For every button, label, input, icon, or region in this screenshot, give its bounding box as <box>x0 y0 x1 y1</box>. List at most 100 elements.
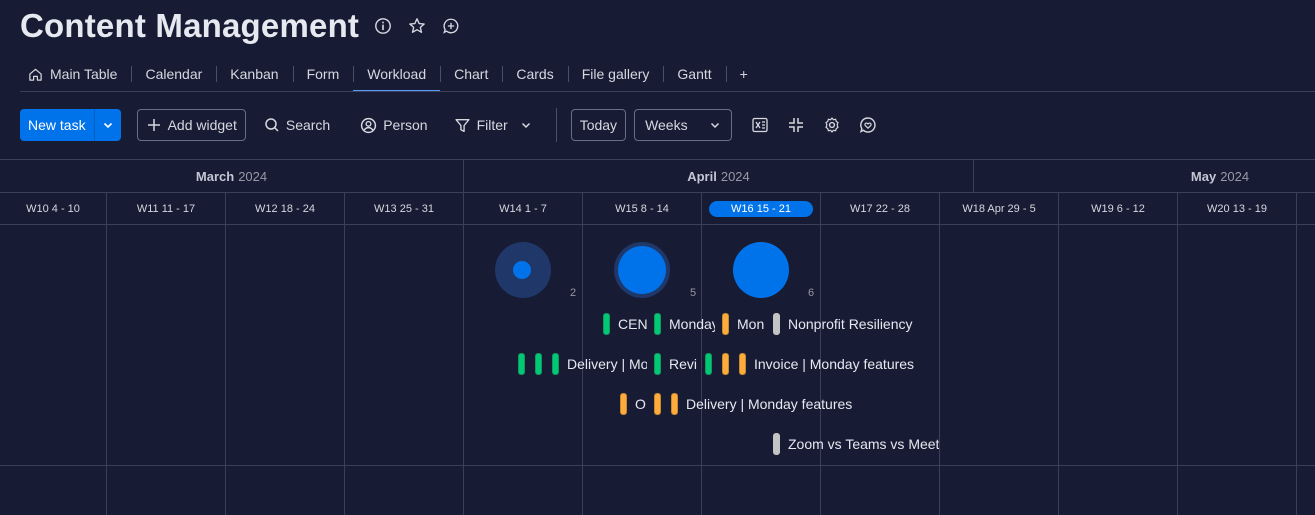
filter-button[interactable]: Filter <box>446 109 540 141</box>
tab-calendar[interactable]: Calendar <box>131 56 216 92</box>
settings-gear-icon[interactable] <box>820 113 844 137</box>
month-year: 2024 <box>1220 168 1250 184</box>
week-header: W14 1 - 7 <box>499 202 547 215</box>
task-status-bar[interactable] <box>739 353 746 375</box>
week-header: W12 18 - 24 <box>255 202 315 215</box>
toolbar: New task Add widget Search Person Filter… <box>20 108 880 142</box>
week-header-current: W16 15 - 21 <box>702 193 820 224</box>
task-status-bar[interactable] <box>671 393 678 415</box>
capacity-count: 6 <box>808 287 815 299</box>
new-task-dropdown[interactable] <box>93 109 121 141</box>
week-gridline <box>1058 193 1059 515</box>
week-header: W13 25 - 31 <box>374 202 434 215</box>
task-label[interactable]: Delivery | Mo <box>567 356 647 372</box>
capacity-fill <box>513 261 531 279</box>
task-label[interactable]: Zoom vs Teams vs Meet <box>788 436 939 452</box>
today-button[interactable]: Today <box>570 109 627 141</box>
month-name: March <box>195 168 235 184</box>
tab-label: Chart <box>454 66 489 82</box>
capacity-count: 5 <box>690 287 697 299</box>
week-header: W20 13 - 19 <box>1207 202 1267 215</box>
updates-icon[interactable] <box>441 16 461 36</box>
month-divider <box>463 160 464 192</box>
task-label[interactable]: O <box>635 396 651 412</box>
task-status-bar[interactable] <box>535 353 542 375</box>
month-header: May 2024 <box>1140 160 1300 192</box>
task-status-bar[interactable] <box>773 313 780 335</box>
week-row-bottom-border <box>0 224 1315 225</box>
add-widget-button[interactable]: Add widget <box>136 109 246 141</box>
task-status-bar[interactable] <box>722 353 729 375</box>
info-icon[interactable] <box>373 16 393 36</box>
task-status-bar[interactable] <box>654 313 661 335</box>
chevron-down-icon <box>103 122 112 129</box>
month-header: April 2024 <box>464 160 973 192</box>
task-label[interactable]: Invoice | Monday features <box>754 356 914 372</box>
task-status-bar[interactable] <box>773 433 780 455</box>
week-header: W19 6 - 12 <box>1091 202 1145 215</box>
person-icon <box>361 117 377 133</box>
week-header: W18 Apr 29 - 5 <box>962 202 1036 215</box>
tab-workload[interactable]: Workload <box>353 56 441 92</box>
filter-label: Filter <box>476 117 508 133</box>
add-widget-label: Add widget <box>167 117 237 133</box>
task-label[interactable]: Mon <box>737 316 769 332</box>
tab-form[interactable]: Form <box>292 56 354 92</box>
excel-export-icon[interactable] <box>748 113 772 137</box>
new-task-button-group: New task <box>20 109 121 141</box>
task-label[interactable]: Nonprofit Resiliency <box>788 316 913 332</box>
week-gridline <box>1177 193 1178 515</box>
task-label[interactable]: Delivery | Monday features <box>686 396 852 412</box>
period-select[interactable]: Weeks <box>634 109 733 141</box>
task-status-bar[interactable] <box>705 353 712 375</box>
task-label[interactable]: Monday <box>669 316 715 332</box>
plus-icon <box>147 119 160 131</box>
person-filter-button[interactable]: Person <box>352 109 435 141</box>
tab-file-gallery[interactable]: File gallery <box>567 56 664 92</box>
board-title[interactable]: Content Management <box>20 7 359 45</box>
tab-gantt[interactable]: Gantt <box>663 56 725 92</box>
tab-label: Cards <box>516 66 554 82</box>
capacity-circle-full[interactable] <box>733 242 789 298</box>
task-status-bar[interactable] <box>654 353 661 375</box>
task-status-bar[interactable] <box>603 313 610 335</box>
tab-cards[interactable]: Cards <box>502 56 567 92</box>
task-label[interactable]: Revi <box>669 356 699 372</box>
new-task-button[interactable]: New task <box>20 109 94 141</box>
tab-chart[interactable]: Chart <box>440 56 502 92</box>
feedback-icon[interactable] <box>856 113 880 137</box>
task-status-bar[interactable] <box>722 313 729 335</box>
month-header: March 2024 <box>0 160 463 192</box>
week-gridline <box>820 193 821 515</box>
collapse-icon[interactable] <box>784 113 808 137</box>
search-icon <box>265 118 279 132</box>
tab-main-table[interactable]: Main Table <box>20 56 131 92</box>
star-icon[interactable] <box>407 16 427 36</box>
search-button[interactable]: Search <box>256 109 338 141</box>
month-row: March 2024 April 2024 May 2024 <box>0 160 1315 192</box>
tab-label: Calendar <box>145 66 203 82</box>
task-status-bar[interactable] <box>654 393 661 415</box>
month-name: May <box>1190 168 1217 184</box>
board-header: Content Management <box>20 4 461 48</box>
tab-kanban[interactable]: Kanban <box>216 56 292 92</box>
task-label[interactable]: CEN <box>618 316 650 332</box>
task-status-bar[interactable] <box>620 393 627 415</box>
month-name: April <box>687 168 717 184</box>
chevron-down-icon <box>711 122 720 129</box>
task-status-bar[interactable] <box>552 353 559 375</box>
add-view-button[interactable]: + <box>725 56 762 92</box>
period-value: Weeks <box>645 117 688 133</box>
tab-label: Workload <box>367 66 427 82</box>
home-icon <box>29 68 42 81</box>
tab-label: File gallery <box>581 66 650 82</box>
week-header: W10 4 - 10 <box>26 202 80 215</box>
workload-row-divider <box>0 465 1315 466</box>
task-status-bar[interactable] <box>518 353 525 375</box>
week-gridline <box>582 193 583 515</box>
search-label: Search <box>285 117 331 133</box>
month-year: 2024 <box>720 168 750 184</box>
toolbar-divider <box>555 108 557 142</box>
today-label: Today <box>579 117 618 133</box>
week-gridline <box>701 193 702 515</box>
